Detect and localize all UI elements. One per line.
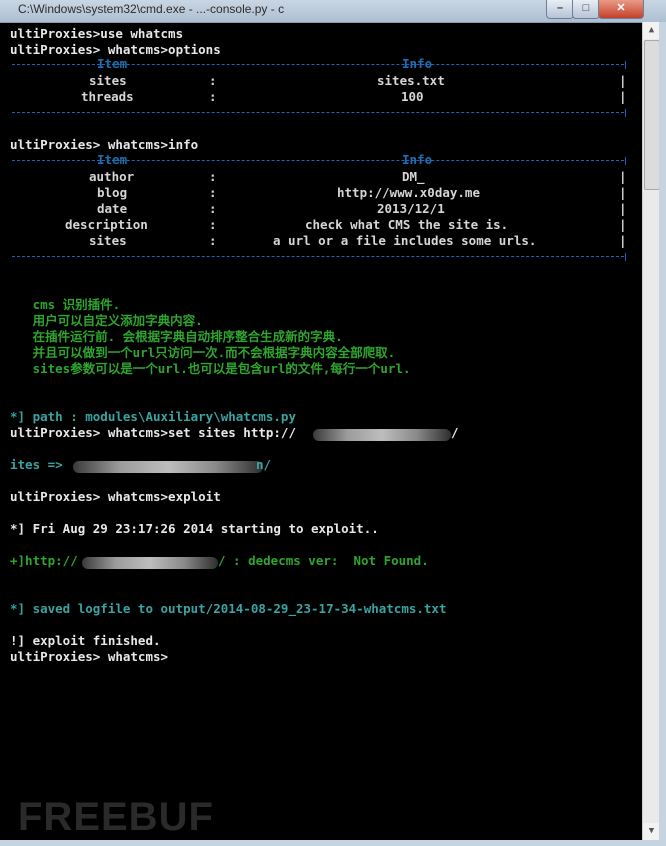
close-button[interactable]: ✕: [598, 0, 644, 19]
table-pipe: |: [619, 73, 627, 88]
options-info-sites: sites.txt: [377, 73, 445, 88]
window-titlebar[interactable]: C:\Windows\system32\cmd.exe - ...-consol…: [0, 0, 666, 23]
window-frame-bottom: [0, 840, 666, 846]
info-sites: a url or a file includes some urls.: [273, 233, 537, 248]
vertical-scrollbar[interactable]: ▲ ▼: [642, 22, 660, 840]
info-author: DM_: [402, 169, 425, 184]
info-item-sites: sites: [89, 233, 127, 248]
scroll-up-icon[interactable]: ▲: [643, 22, 660, 39]
info-item-description: description: [65, 217, 148, 232]
saved-line: *] saved logfile to output/2014-08-29_23…: [10, 601, 447, 616]
sites-tail: n/: [256, 457, 272, 472]
info-item-date: date: [97, 201, 128, 216]
desc-line: 用户可以自定义添加字典内容.: [10, 313, 203, 328]
table-pipe: |: [619, 201, 627, 216]
info-item-blog: blog: [97, 185, 128, 200]
info-colon: :: [209, 169, 217, 184]
info-colon: :: [209, 201, 217, 216]
table-pipe: |: [619, 185, 627, 200]
window-frame-right: [659, 22, 666, 846]
desc-line: cms 识别插件.: [10, 297, 121, 312]
redacted-url: [73, 461, 263, 473]
scroll-down-icon[interactable]: ▼: [643, 823, 660, 840]
cmd-use: ultiProxies>use whatcms: [10, 26, 184, 41]
start-line: *] Fri Aug 29 23:17:26 2014 starting to …: [10, 521, 379, 536]
desc-line: 在插件运行前. 会根据字典自动排序整合生成新的字典.: [10, 329, 343, 344]
info-date: 2013/12/1: [377, 201, 445, 216]
cmd-exploit: ultiProxies> whatcms>exploit: [10, 489, 221, 504]
info-blog: http://www.x0day.me: [337, 185, 480, 200]
options-col-item: Item: [97, 56, 128, 71]
options-colon: :: [209, 89, 217, 104]
console-prompt[interactable]: ultiProxies> whatcms>: [10, 649, 168, 665]
table-pipe: |: [619, 169, 627, 184]
info-col-info: Info: [402, 152, 433, 167]
window-title: C:\Windows\system32\cmd.exe - ...-consol…: [18, 2, 285, 16]
freebuf-watermark: FREEBUF: [18, 795, 214, 839]
table-pipe: |: [619, 89, 627, 104]
scrollbar-thumb[interactable]: [644, 40, 660, 190]
path-line: *] path : modules\Auxiliary\whatcms.py: [10, 409, 296, 424]
table-separator: [12, 109, 626, 117]
table-separator: [12, 253, 626, 261]
redacted-url: [82, 557, 218, 569]
options-item-threads: threads: [81, 89, 134, 104]
result-suffix: / : dedecms ver: Not Found.: [218, 553, 429, 568]
cmd-set-tail: /: [451, 425, 459, 440]
redacted-url: [313, 429, 451, 441]
cmd-info: ultiProxies> whatcms>info: [10, 137, 199, 152]
info-colon: :: [209, 233, 217, 248]
desc-line: sites参数可以是一个url.也可以是包含url的文件,每行一个url.: [10, 361, 411, 376]
options-colon: :: [209, 73, 217, 88]
minimize-button[interactable]: –: [546, 0, 574, 19]
info-description: check what CMS the site is.: [305, 217, 509, 232]
options-col-info: Info: [402, 56, 433, 71]
cmd-set: ultiProxies> whatcms>set sites http://: [10, 425, 296, 440]
info-item-author: author: [89, 169, 135, 184]
desc-line: 并且可以做到一个url只访问一次.而不会根据字典内容全部爬取.: [10, 345, 396, 360]
result-prefix: +]http://: [10, 553, 78, 568]
table-pipe: |: [619, 233, 627, 248]
console-output[interactable]: ultiProxies>use whatcms ultiProxies> wha…: [0, 22, 642, 840]
options-item-sites: sites: [89, 73, 127, 88]
sites-line: ites =>: [10, 457, 71, 472]
options-info-threads: 100: [401, 89, 424, 104]
info-colon: :: [209, 217, 217, 232]
table-pipe: |: [619, 217, 627, 232]
finished-line: !] exploit finished.: [10, 633, 161, 648]
maximize-button[interactable]: □: [572, 0, 600, 19]
info-colon: :: [209, 185, 217, 200]
info-col-item: Item: [97, 152, 128, 167]
